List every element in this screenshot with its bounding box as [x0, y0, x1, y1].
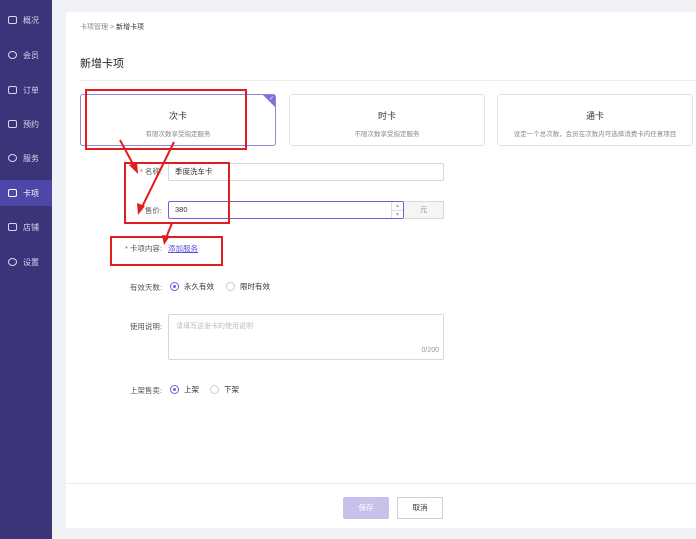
sidebar-item-label: 卡项	[23, 188, 39, 198]
validity-permanent-radio[interactable]: 永久有效	[170, 281, 214, 292]
sidebar-item-label: 设置	[23, 257, 39, 267]
validity-label: 有效天数:	[129, 283, 162, 292]
price-stepper[interactable]: ▲ ▼	[391, 202, 403, 218]
desc-textarea[interactable]: 请填写这张卡的使用说明 0/200	[168, 314, 444, 360]
desc-placeholder: 请填写这张卡的使用说明	[176, 323, 253, 330]
sidebar-item-booking[interactable]: 预约	[0, 111, 52, 137]
card-type-desc: 设定一个总次数，会员在次数内可选择消费卡内任意项目	[513, 131, 677, 138]
validity-limited-radio[interactable]: 限时有效	[226, 281, 270, 292]
card-type-title: 时卡	[377, 111, 396, 121]
price-value: 380	[175, 205, 188, 214]
breadcrumb-current: 新增卡项	[116, 24, 144, 31]
sidebar-item-label: 服务	[23, 153, 39, 163]
card-icon	[8, 189, 17, 197]
add-service-link[interactable]: 添加服务	[168, 243, 198, 254]
sidebar-item-label: 概况	[23, 15, 39, 25]
footer-divider	[66, 483, 696, 484]
sidebar: 概况 会员 订单 预约 服务 卡项 店铺 设置	[0, 0, 52, 539]
sidebar-item-store[interactable]: 店铺	[0, 214, 52, 240]
name-input[interactable]: 季度洗车卡	[168, 163, 444, 181]
required-mark: *	[139, 167, 143, 176]
breadcrumb-separator: >	[109, 24, 115, 31]
radio-dot	[170, 385, 179, 394]
card-type-count[interactable]: ✓ 次卡 有限次数享受指定服务	[80, 94, 276, 146]
card-type-desc: 不限次数享受指定服务	[354, 131, 420, 138]
char-counter: 0/200	[421, 347, 439, 354]
page-title: 新增卡项	[80, 58, 124, 70]
hand-icon	[8, 154, 17, 162]
sidebar-item-services[interactable]: 服务	[0, 145, 52, 171]
name-label: * 名称:	[116, 166, 162, 177]
sidebar-item-label: 预约	[23, 119, 39, 129]
sidebar-item-label: 会员	[23, 50, 39, 60]
required-mark: *	[124, 244, 128, 253]
shelf-on-radio[interactable]: 上架	[170, 384, 199, 395]
radio-dot	[210, 385, 219, 394]
price-label: * 售价:	[116, 205, 162, 216]
cancel-button[interactable]: 取消	[397, 497, 443, 519]
save-button[interactable]: 保存	[343, 497, 389, 519]
required-mark: *	[139, 206, 143, 215]
card-type-title: 次卡	[168, 111, 187, 121]
stepper-up-icon[interactable]: ▲	[392, 202, 403, 210]
radio-label: 上架	[184, 385, 199, 394]
card-type-general[interactable]: 通卡 设定一个总次数，会员在次数内可选择消费卡内任意项目	[497, 94, 693, 146]
heart-icon	[8, 51, 17, 59]
radio-dot	[170, 282, 179, 291]
sidebar-item-settings[interactable]: 设置	[0, 249, 52, 275]
stepper-down-icon[interactable]: ▼	[392, 210, 403, 218]
radio-label: 限时有效	[240, 282, 270, 291]
monitor-icon	[8, 16, 17, 24]
list-icon	[8, 86, 17, 94]
sidebar-item-orders[interactable]: 订单	[0, 77, 52, 103]
content-label-text: 卡项内容:	[129, 244, 162, 253]
price-input[interactable]: 380 ▲ ▼	[168, 201, 404, 219]
radio-dot	[226, 282, 235, 291]
price-label-text: 售价:	[144, 206, 162, 215]
breadcrumb-parent[interactable]: 卡项管理	[80, 24, 108, 31]
sidebar-item-members[interactable]: 会员	[0, 42, 52, 68]
main-panel: 卡项管理 > 新增卡项 新增卡项 ✓ 次卡 有限次数享受指定服务 时卡 不限次数…	[66, 12, 696, 528]
name-label-text: 名称:	[144, 167, 162, 176]
shelf-label: 上架售卖:	[129, 386, 162, 395]
price-unit: 元	[404, 201, 444, 219]
gear-icon	[8, 258, 17, 266]
sidebar-item-overview[interactable]: 概况	[0, 7, 52, 33]
radio-label: 永久有效	[184, 282, 214, 291]
divider	[80, 80, 696, 81]
card-type-title: 通卡	[585, 111, 604, 121]
breadcrumb: 卡项管理 > 新增卡项	[80, 22, 144, 32]
card-type-desc: 有限次数享受指定服务	[145, 131, 211, 138]
store-icon	[8, 223, 17, 231]
sidebar-item-label: 店铺	[23, 222, 39, 232]
card-type-time[interactable]: 时卡 不限次数享受指定服务	[289, 94, 485, 146]
sidebar-item-cards[interactable]: 卡项	[0, 180, 52, 206]
check-icon: ✓	[268, 96, 274, 102]
desc-label: 使用说明:	[129, 322, 162, 331]
content-label: * 卡项内容:	[86, 243, 162, 254]
radio-label: 下架	[224, 385, 239, 394]
shelf-off-radio[interactable]: 下架	[210, 384, 239, 395]
sidebar-item-label: 订单	[23, 85, 39, 95]
calendar-icon	[8, 120, 17, 128]
